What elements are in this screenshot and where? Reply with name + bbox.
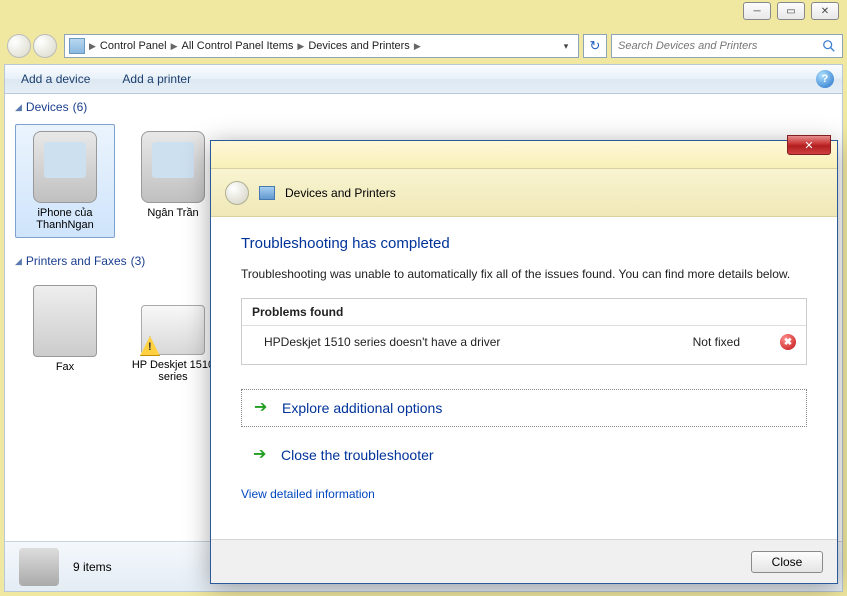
dialog-header-text: Devices and Printers [285,186,396,200]
device-label: Ngân Trần [128,207,218,219]
refresh-button[interactable]: ↻ [583,34,607,58]
phone-icon [33,131,97,203]
device-label: iPhone của ThanhNgan [20,207,110,231]
minimize-button[interactable]: ─ [743,2,771,20]
breadcrumb-sep: ▶ [89,41,96,52]
error-icon: ✖ [780,334,796,350]
device-item[interactable]: iPhone của ThanhNgan [15,124,115,238]
device-item[interactable]: Ngân Trần [123,124,223,238]
breadcrumb-item[interactable]: Devices and Printers [304,40,414,52]
printer-item[interactable]: HP Deskjet 1510 series [123,278,223,390]
printer-icon [141,305,205,355]
problems-box: Problems found HPDeskjet 1510 series doe… [241,298,807,365]
dialog-message: Troubleshooting was unable to automatica… [241,266,807,282]
view-detailed-link[interactable]: View detailed information [241,487,375,501]
breadcrumb-item[interactable]: Control Panel [96,40,171,52]
window-controls: ─ ▭ ✕ [743,2,839,20]
search-input[interactable] [618,40,822,52]
section-title: Printers and Faxes [26,254,127,268]
arrow-right-icon: ➔ [253,447,269,463]
collapse-icon: ◢ [15,102,22,113]
dialog-footer: Close [211,539,837,583]
add-printer-button[interactable]: Add a printer [114,68,199,90]
section-title: Devices [26,100,69,114]
devices-header[interactable]: ◢ Devices (6) [5,94,842,120]
dialog-close-button[interactable]: ✕ [787,135,831,155]
printer-label: HP Deskjet 1510 series [128,359,218,383]
devices-printers-icon [259,186,275,200]
address-bar[interactable]: ▶ Control Panel ▶ All Control Panel Item… [64,34,579,58]
explore-options-button[interactable]: ➔ Explore additional options [241,389,807,427]
problem-status: Not fixed [693,335,740,349]
breadcrumb-sep: ▶ [171,41,178,52]
fax-icon [33,285,97,357]
phone-icon [141,131,205,203]
arrow-right-icon: ➔ [254,400,270,416]
troubleshooter-dialog: ✕ Devices and Printers Troubleshooting h… [210,140,838,584]
collapse-icon: ◢ [15,256,22,267]
printer-label: Fax [20,361,110,373]
back-button[interactable] [7,34,31,58]
section-count: (6) [73,100,88,114]
dialog-titlebar[interactable]: ✕ [211,141,837,169]
close-button[interactable]: Close [751,551,823,573]
forward-button[interactable] [33,34,57,58]
warning-icon [140,336,160,356]
status-text: 9 items [73,560,112,574]
address-dropdown[interactable]: ▾ [558,41,574,52]
dialog-back-button[interactable] [225,181,249,205]
breadcrumb-item[interactable]: All Control Panel Items [178,40,298,52]
window-close-button[interactable]: ✕ [811,2,839,20]
dialog-body: Troubleshooting has completed Troublesho… [211,217,837,519]
problem-row[interactable]: HPDeskjet 1510 series doesn't have a dri… [242,326,806,364]
toolbar: Add a device Add a printer ? [4,64,843,94]
breadcrumb-sep: ▶ [414,41,421,52]
problems-header: Problems found [242,299,806,326]
action-label: Explore additional options [282,400,442,416]
section-count: (3) [131,254,146,268]
status-icon [19,548,59,586]
dialog-header: Devices and Printers [211,169,837,217]
problem-text: HPDeskjet 1510 series doesn't have a dri… [264,335,693,349]
breadcrumb-sep: ▶ [297,41,304,52]
search-icon [822,39,836,53]
add-device-button[interactable]: Add a device [13,68,98,90]
help-icon[interactable]: ? [816,70,834,88]
dialog-title: Troubleshooting has completed [241,235,807,252]
search-box[interactable] [611,34,843,58]
nav-back-forward [4,32,60,60]
printer-item[interactable]: Fax [15,278,115,390]
close-troubleshooter-button[interactable]: ➔ Close the troubleshooter [241,437,807,473]
nav-row: ▶ Control Panel ▶ All Control Panel Item… [4,32,843,60]
maximize-button[interactable]: ▭ [777,2,805,20]
action-label: Close the troubleshooter [281,447,434,463]
location-icon [69,38,85,54]
